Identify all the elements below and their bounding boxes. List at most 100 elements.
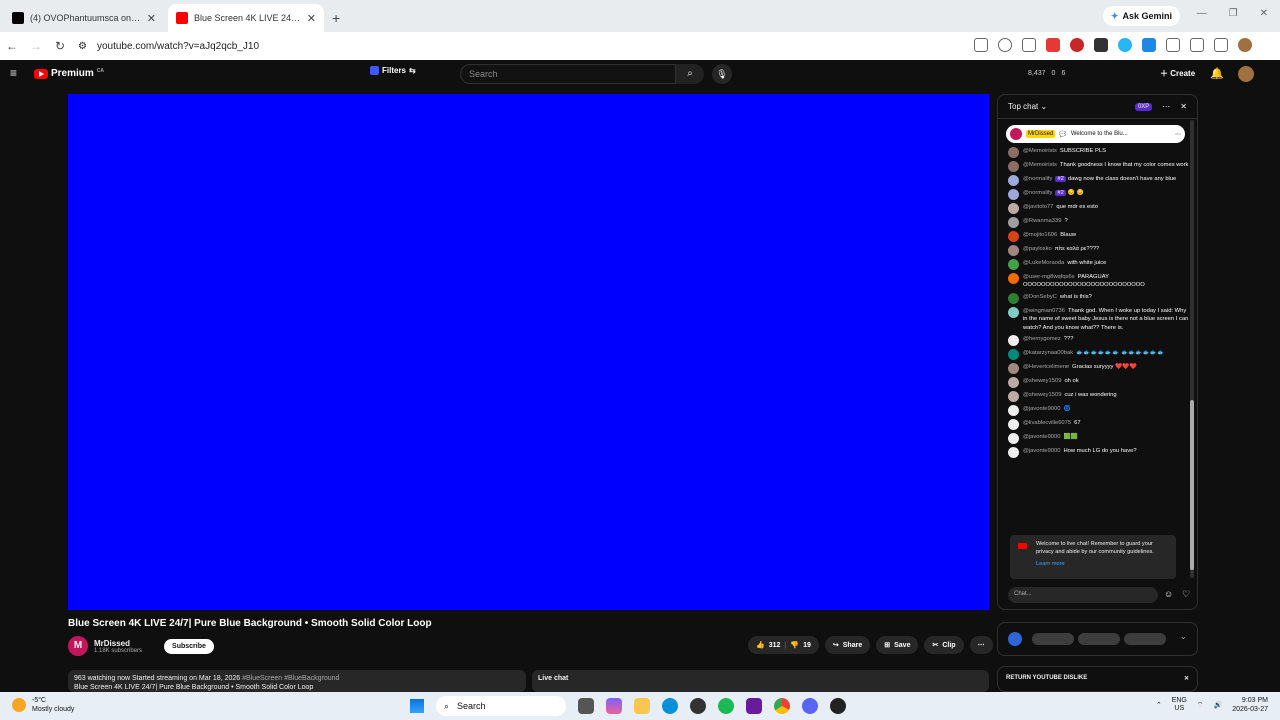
youtube-logo[interactable]: Premium CA	[34, 68, 104, 79]
chat-message[interactable]: @Hevertcelimene Gracias suryyyy ❤️❤️❤️	[1008, 362, 1189, 374]
chat-message[interactable]: @javitolo77 que mdr es esto	[1008, 203, 1189, 214]
voice-search-button[interactable]: 🎙	[712, 64, 732, 84]
minimize-icon[interactable]: —	[1197, 8, 1207, 19]
chat-message[interactable]: @Memoirists SUBSCRIBE PLS	[1008, 147, 1189, 158]
close-chat-icon[interactable]: ✕	[1180, 102, 1187, 111]
new-tab-button[interactable]: +	[332, 10, 340, 26]
chat-message[interactable]: @normalify #2 dawg now the class doesn't h…	[1008, 175, 1189, 186]
chat-author[interactable]: @normalify	[1023, 190, 1052, 196]
chat-avatar[interactable]	[1008, 376, 1019, 388]
chat-message[interactable]: @hernygomez???	[1008, 334, 1189, 346]
chat-message[interactable]: @normalify #2 😔 😔	[1008, 189, 1189, 200]
chat-input[interactable]: Chat...	[1008, 587, 1158, 603]
chat-author[interactable]: @katarzynaa00bak	[1023, 350, 1073, 356]
chat-message[interactable]: @shewey1509 oh ok	[1008, 376, 1189, 388]
chat-message[interactable]: @javonte9000 🟩🟩	[1008, 432, 1189, 444]
close-icon[interactable]: ✕	[1184, 675, 1189, 682]
chat-message[interactable]: @DonSebyC what is this?	[1008, 292, 1189, 304]
hashtags[interactable]: #BlueScreen #BlueBackground	[242, 675, 339, 682]
media-icon[interactable]	[1214, 38, 1228, 52]
heart-icon[interactable]: ♡	[1182, 589, 1190, 600]
chat-message[interactable]: @katarzynaa00bak 🐟🐟🐟🐟🐟🐟 🐟🐟🐟🐟🐟🐟	[1008, 348, 1189, 360]
chat-avatar[interactable]	[1008, 446, 1019, 458]
chat-author[interactable]: @paylosko	[1023, 246, 1052, 252]
extension-icon[interactable]	[1142, 38, 1156, 52]
browser-tab-youtube[interactable]: Blue Screen 4K LIVE 24/7| Pure ✕	[168, 4, 324, 32]
chat-message[interactable]: @javonte9000 How much LG do you have?	[1008, 446, 1189, 458]
chat-author[interactable]: @LukeMoraoda	[1023, 260, 1064, 266]
tray-chevron-icon[interactable]: ⌃	[1156, 701, 1162, 709]
search-button[interactable]: ⌕	[676, 64, 704, 84]
close-tab-icon[interactable]: ✕	[147, 12, 156, 25]
chat-author[interactable]: @shewey1509	[1023, 378, 1061, 384]
zoom-icon[interactable]	[998, 38, 1012, 52]
profile-avatar[interactable]	[1238, 38, 1252, 52]
chat-avatar[interactable]	[1008, 418, 1019, 430]
chat-avatar[interactable]	[1008, 217, 1019, 228]
chat-avatar[interactable]	[1008, 259, 1019, 270]
edge-icon[interactable]	[662, 698, 678, 714]
emoji-picker-icon[interactable]: ☺	[1164, 589, 1173, 599]
placeholder-pill[interactable]	[1078, 633, 1120, 645]
browser-tab-x[interactable]: (4) OVOPhantuumsca on X: "@ ✕	[4, 4, 164, 32]
puzzle-icon[interactable]	[1166, 38, 1180, 52]
dislike-count[interactable]: 19	[803, 642, 811, 649]
menu-kebab-icon[interactable]: ⋮	[1262, 38, 1272, 52]
more-vertical-icon[interactable]: ⋯	[1162, 102, 1170, 111]
like-count[interactable]: 312	[769, 642, 781, 649]
chrome-icon[interactable]	[774, 698, 790, 714]
live-chat-toggle[interactable]: Live chat	[532, 670, 989, 692]
chat-author[interactable]: @javonte9000	[1023, 434, 1060, 440]
chat-avatar[interactable]	[1008, 334, 1019, 346]
save-button[interactable]: ⊞ Save	[876, 636, 919, 654]
video-player[interactable]	[68, 94, 989, 610]
channel-name[interactable]: MrDissed	[94, 639, 142, 648]
chat-avatar[interactable]	[1008, 292, 1019, 304]
copilot-icon[interactable]	[606, 698, 622, 714]
chat-message[interactable]: @mojito1606 Blauw	[1008, 231, 1189, 242]
placeholder-pill[interactable]	[1124, 633, 1166, 645]
clock[interactable]: 9:03 PM 2026-03-27	[1232, 696, 1268, 714]
volume-icon[interactable]: 🔊	[1213, 701, 1222, 709]
forward-icon[interactable]: →	[24, 39, 48, 53]
clip-button[interactable]: ✂ Clip	[924, 636, 964, 654]
install-icon[interactable]	[974, 38, 988, 52]
reload-icon[interactable]: ↻	[48, 39, 72, 53]
chat-avatar[interactable]	[1008, 147, 1019, 158]
restore-icon[interactable]: ❐	[1229, 8, 1238, 19]
url-text[interactable]: youtube.com/watch?v=aJq2qcb_J10	[97, 41, 259, 52]
more-horizontal-icon[interactable]: ⋯	[1175, 131, 1181, 138]
channel-avatar[interactable]: M	[68, 636, 88, 656]
chat-author[interactable]: @hernygomez	[1023, 336, 1061, 342]
search-input[interactable]: Search	[460, 64, 676, 84]
more-actions-button[interactable]: ⋯	[969, 636, 993, 654]
chat-avatar[interactable]	[1008, 273, 1019, 284]
extension-icon[interactable]	[1094, 38, 1108, 52]
subscribe-button[interactable]: Subscribe	[164, 638, 214, 654]
share-button[interactable]: ↪ Share	[824, 636, 871, 654]
extension-icon[interactable]	[1046, 38, 1060, 52]
chat-avatar[interactable]	[1008, 203, 1019, 214]
placeholder-pill[interactable]	[1032, 633, 1074, 645]
chat-author[interactable]: @mojito1606	[1023, 232, 1057, 238]
chat-message[interactable]: @paylosko πίτε καλά ρε????	[1008, 245, 1189, 256]
extension-icon[interactable]	[1070, 38, 1084, 52]
chat-scrollbar[interactable]	[1190, 120, 1194, 578]
chat-message[interactable]: @LukeMoraoda with white juice	[1008, 259, 1189, 270]
pinned-message[interactable]: MrDissed 💬 Welcome to the Blu... ⋯	[1006, 125, 1185, 143]
chat-author[interactable]: @Rwanma339	[1023, 218, 1061, 224]
chat-author[interactable]: @javitolo77	[1023, 204, 1053, 210]
chat-avatar[interactable]	[1008, 390, 1019, 402]
bookmark-star-icon[interactable]	[1022, 38, 1036, 52]
chat-message[interactable]: @javonte9000 🌀	[1008, 404, 1189, 416]
thumbs-up-icon[interactable]: 👍	[756, 641, 765, 649]
chat-author[interactable]: @Memoirists	[1023, 148, 1057, 154]
site-info-icon[interactable]: ⚙	[78, 41, 87, 52]
chat-author[interactable]: @wingman0736	[1023, 308, 1065, 314]
next-app-icon[interactable]	[746, 698, 762, 714]
chat-avatar[interactable]	[1008, 175, 1019, 186]
wifi-icon[interactable]: ⌔	[1197, 701, 1204, 710]
hamburger-menu-icon[interactable]: ≡	[10, 66, 17, 80]
file-explorer-icon[interactable]	[634, 698, 650, 714]
chat-author[interactable]: @livablecville6075	[1023, 420, 1071, 426]
